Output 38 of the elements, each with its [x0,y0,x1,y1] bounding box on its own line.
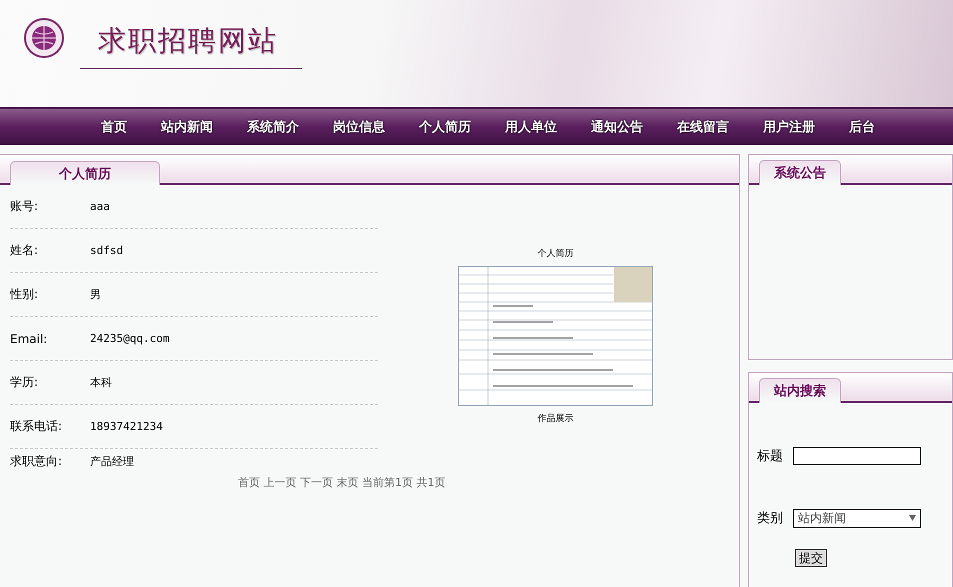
title-input-field[interactable] [793,447,921,465]
field-label: 性别: [10,286,40,303]
nav-link[interactable]: 用户注册 [760,116,818,138]
field-value: 男 [90,287,101,302]
globe-logo-icon [24,18,64,58]
field-value: 本科 [90,375,112,390]
site-title: 求职招聘网站 [98,24,278,57]
field-value: sdfsd [90,244,124,257]
field-label: 标题 [757,448,783,465]
nav-link[interactable]: 站内新闻 [158,116,216,138]
panel-tab[interactable]: 系统公告 [759,160,841,185]
field-value: aaa [90,200,110,213]
panel-tab[interactable]: 个人简历 [10,161,160,185]
resume-image-title: 个人简历 [538,248,574,260]
field-label: 求职意向: [10,452,64,470]
nav-link[interactable]: 系统简介 [244,116,302,138]
nav-link[interactable]: 个人简历 [416,116,474,138]
field-value: 产品经理 [90,454,134,468]
submit-button[interactable]: 提交 [795,549,827,567]
field-label: 姓名: [10,242,40,259]
field-value: 24235@qq.com [90,332,170,345]
image-caption: 作品展示 [538,412,574,425]
field-label: 学历: [10,374,40,391]
nav-link[interactable]: 通知公告 [588,116,646,138]
dropdown-arrow-icon [909,515,916,521]
nav-link[interactable]: 在线留言 [674,116,732,138]
field-label: 账号: [10,198,40,215]
field-label: 类别 [757,510,783,527]
panel-tab[interactable]: 站内搜索 [759,378,841,403]
nav-link[interactable]: 岗位信息 [330,116,388,138]
field-label: 联系电话: [10,418,64,435]
nav-link[interactable]: 用人单位 [502,116,560,138]
category-dropdown[interactable]: 站内新闻 [793,508,921,528]
field-label: Email: [10,332,48,346]
field-value: 18937421234 [90,420,163,433]
nav-link[interactable]: 首页 [98,116,130,138]
pagination-text: 首页 上一页 下一页 末页 当前第1页 共1页 [238,475,446,490]
nav-link[interactable]: 后台 [846,116,878,138]
